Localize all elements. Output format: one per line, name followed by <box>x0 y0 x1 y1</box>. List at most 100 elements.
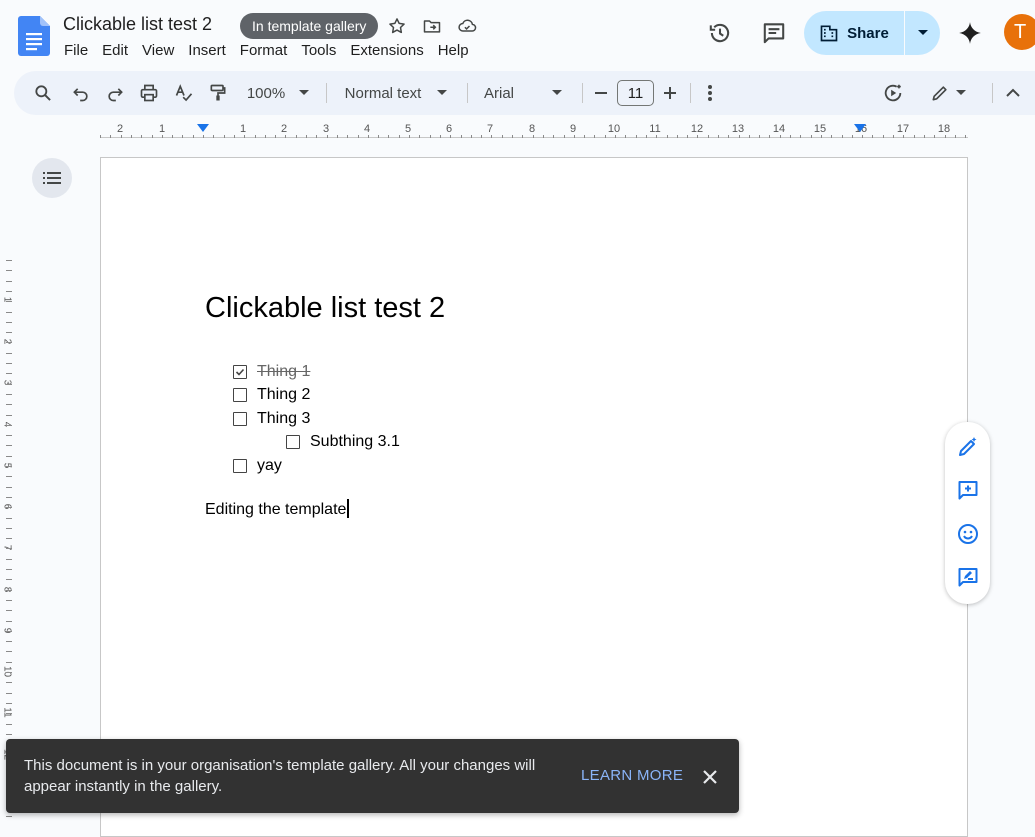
ruler-tick <box>481 135 482 138</box>
menu-edit[interactable]: Edit <box>95 40 135 61</box>
document-page[interactable] <box>100 157 968 837</box>
search-menus-icon[interactable] <box>30 79 56 107</box>
suggest-edits-icon[interactable] <box>955 564 981 590</box>
decrease-font-size-button[interactable] <box>590 79 612 107</box>
right-indent-marker[interactable] <box>854 124 866 132</box>
ruler-tick <box>224 135 225 138</box>
ruler-tick <box>677 135 678 138</box>
learn-more-link[interactable]: LEARN MORE <box>581 767 683 784</box>
vertical-ruler-tick <box>6 425 12 426</box>
ruler-tick <box>337 135 338 138</box>
ruler-tick <box>121 135 122 138</box>
document-outline-icon[interactable] <box>32 158 72 198</box>
increase-font-size-button[interactable] <box>659 79 681 107</box>
font-family-select[interactable]: Arial <box>476 79 576 107</box>
ruler-tick <box>945 135 946 138</box>
close-icon[interactable] <box>698 765 722 789</box>
gemini-sparkle-icon[interactable] <box>950 13 990 53</box>
ruler-tick <box>636 135 637 138</box>
ruler-number: 15 <box>813 123 827 135</box>
checkbox[interactable] <box>233 412 247 426</box>
print-icon[interactable] <box>136 79 162 107</box>
horizontal-ruler[interactable]: 2 1 1 2 3 4 5 6 7 8 9 10 11 12 13 14 15 16 17 18 <box>100 122 968 138</box>
menu-insert[interactable]: Insert <box>181 40 233 61</box>
ruler-number: 5 <box>404 123 412 135</box>
checklist-item[interactable]: Thing 3 <box>233 409 310 429</box>
add-comment-icon[interactable] <box>955 477 981 503</box>
menu-format[interactable]: Format <box>233 40 295 61</box>
ruler-number: 11 <box>649 123 661 135</box>
ruler-tick <box>512 135 513 138</box>
menu-view[interactable]: View <box>135 40 181 61</box>
menu-help[interactable]: Help <box>431 40 476 61</box>
ruler-tick <box>440 135 441 138</box>
ruler-number: 9 <box>569 123 577 135</box>
ruler-tick <box>564 135 565 138</box>
document-heading[interactable]: Clickable list test 2 <box>205 292 445 325</box>
more-options-icon[interactable] <box>698 79 722 107</box>
vertical-ruler-tick <box>6 528 12 529</box>
help-me-write-icon[interactable] <box>955 434 981 460</box>
ruler-tick <box>378 135 379 138</box>
font-size-field[interactable]: 11 <box>617 79 654 107</box>
ruler-tick <box>842 135 843 138</box>
user-avatar[interactable]: T <box>1004 14 1035 50</box>
checklist-subitem[interactable]: Subthing 3.1 <box>286 432 400 452</box>
app-header: Clickable list test 2 In template galler… <box>0 0 1035 68</box>
spellcheck-icon[interactable] <box>171 79 197 107</box>
star-icon[interactable] <box>385 14 409 38</box>
ruler-tick <box>667 135 668 138</box>
move-folder-icon[interactable] <box>420 14 444 38</box>
undo-icon[interactable] <box>68 79 94 107</box>
cloud-saved-icon[interactable] <box>455 14 479 38</box>
ruler-tick <box>914 135 915 138</box>
vertical-ruler-tick <box>6 487 12 488</box>
menu-extensions[interactable]: Extensions <box>343 40 430 61</box>
body-paragraph[interactable]: Editing the template <box>205 499 349 519</box>
template-gallery-chip[interactable]: In template gallery <box>240 13 379 39</box>
paint-format-icon[interactable] <box>205 79 231 107</box>
version-history-icon[interactable] <box>700 13 740 53</box>
menu-tools[interactable]: Tools <box>294 40 343 61</box>
present-activity-icon[interactable] <box>880 79 906 107</box>
vertical-ruler-tick <box>6 445 12 446</box>
checklist-item[interactable]: Thing 2 <box>233 385 310 405</box>
share-building-icon <box>819 23 839 43</box>
zoom-select[interactable]: 100% <box>242 79 314 107</box>
ruler-tick <box>862 135 863 138</box>
vertical-ruler-tick <box>6 662 12 663</box>
checkbox[interactable] <box>233 459 247 473</box>
paragraph-style-select[interactable]: Normal text <box>336 79 456 107</box>
checklist-item[interactable]: Thing 1 <box>233 362 310 382</box>
ruler-tick <box>285 135 286 138</box>
font-size-value[interactable]: 11 <box>617 80 654 106</box>
checked-checkbox[interactable] <box>233 365 247 379</box>
font-family-value: Arial <box>484 84 515 102</box>
share-main[interactable]: Share <box>804 11 904 55</box>
checklist-item[interactable]: yay <box>233 456 282 476</box>
ruler-tick <box>244 135 245 138</box>
vertical-ruler[interactable]: 123456789101112 <box>0 140 14 822</box>
emoji-reaction-icon[interactable] <box>955 521 981 547</box>
ruler-tick <box>749 135 750 138</box>
vertical-ruler-tick <box>6 322 12 323</box>
document-title[interactable]: Clickable list test 2 <box>63 14 212 35</box>
vertical-ruler-tick <box>6 466 12 467</box>
checkbox[interactable] <box>233 388 247 402</box>
collapse-toolbar-icon[interactable] <box>1000 79 1026 107</box>
checkbox[interactable] <box>286 435 300 449</box>
redo-icon[interactable] <box>102 79 128 107</box>
checklist-item-label: Thing 1 <box>257 363 311 380</box>
docs-logo-icon[interactable] <box>18 16 50 56</box>
editing-mode-select[interactable] <box>926 79 970 107</box>
ruler-tick <box>965 135 966 138</box>
share-button[interactable]: Share <box>804 11 940 55</box>
vertical-ruler-tick <box>6 353 12 354</box>
ruler-number: 12 <box>690 123 704 135</box>
share-dropdown-arrow-icon[interactable] <box>905 11 940 55</box>
ruler-tick <box>152 135 153 138</box>
left-indent-marker[interactable] <box>197 124 209 132</box>
comments-icon[interactable] <box>754 13 794 53</box>
menu-file[interactable]: File <box>57 40 95 61</box>
vertical-ruler-tick <box>6 693 12 694</box>
